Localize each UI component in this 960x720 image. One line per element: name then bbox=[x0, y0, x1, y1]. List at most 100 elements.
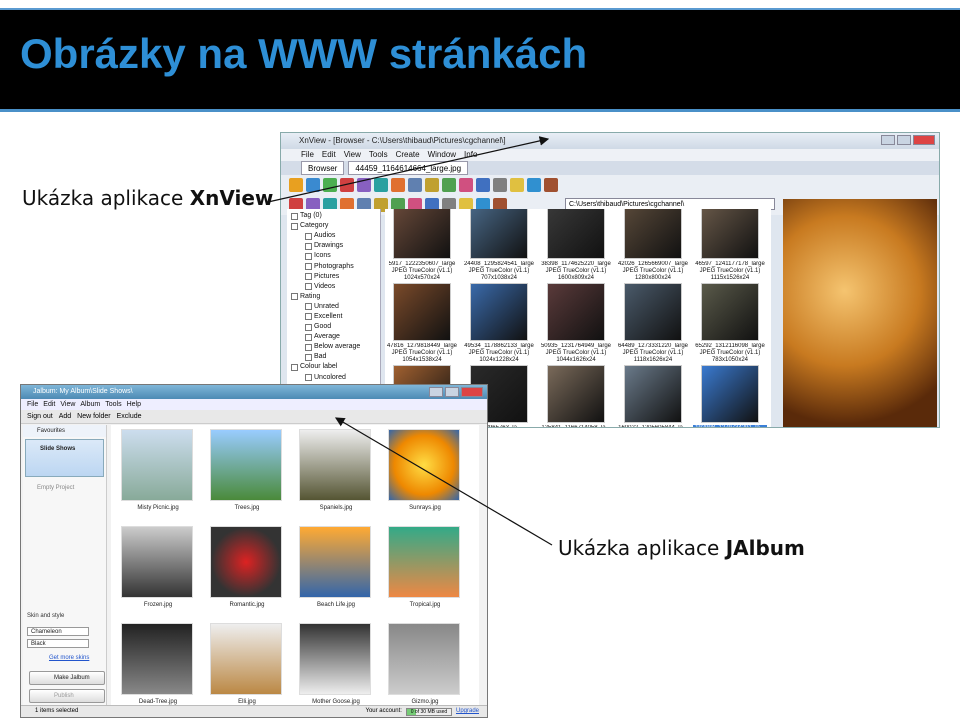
checkbox[interactable] bbox=[305, 343, 312, 351]
favourites-item[interactable]: Favourites bbox=[23, 425, 106, 437]
album-thumbnail[interactable]: Beach Life.jpg bbox=[295, 524, 377, 620]
menu-info[interactable]: Info bbox=[464, 149, 477, 161]
style-select[interactable]: Black bbox=[27, 639, 89, 648]
album-thumbnail[interactable]: Romantic.jpg bbox=[206, 524, 288, 620]
menu-file[interactable]: File bbox=[301, 149, 314, 161]
checkbox[interactable] bbox=[291, 293, 298, 301]
checkbox[interactable] bbox=[305, 263, 312, 271]
tree-item[interactable]: Icons bbox=[291, 251, 380, 261]
checkbox[interactable] bbox=[305, 273, 312, 281]
toolbar-icon[interactable] bbox=[527, 178, 541, 192]
more-skins-link[interactable]: Get more skins bbox=[49, 655, 89, 661]
album-thumbnail[interactable]: Elli.jpg bbox=[206, 621, 288, 705]
toolbar-icon[interactable] bbox=[425, 178, 439, 192]
tree-item[interactable]: Bad bbox=[291, 352, 380, 362]
menu-tools[interactable]: Tools bbox=[105, 399, 121, 410]
menu-view[interactable]: View bbox=[60, 399, 75, 410]
album-thumbnail[interactable]: Frozen.jpg bbox=[117, 524, 199, 620]
tree-item[interactable]: Good bbox=[291, 322, 380, 332]
menu-edit[interactable]: Edit bbox=[43, 399, 55, 410]
minimize-button[interactable] bbox=[429, 387, 443, 397]
menu-help[interactable]: Help bbox=[127, 399, 141, 410]
thumbnail[interactable]: 65292_1312116098_large JPEG TrueColor (v1… bbox=[693, 283, 767, 363]
checkbox[interactable] bbox=[291, 212, 298, 220]
menu-album[interactable]: Album bbox=[80, 399, 100, 410]
skin-select[interactable]: Chameleon bbox=[27, 627, 89, 636]
checkbox[interactable] bbox=[305, 232, 312, 240]
toolbar-icon[interactable] bbox=[323, 178, 337, 192]
album-thumbnail[interactable]: Mother Goose.jpg bbox=[295, 621, 377, 705]
thumbnail[interactable]: 24408_1295824541_large JPEG TrueColor (v1… bbox=[462, 209, 536, 281]
tree-item[interactable]: Below average bbox=[291, 342, 380, 352]
thumbnail[interactable]: 64489_1273331220_large JPEG TrueColor (v1… bbox=[616, 283, 690, 363]
tree-item[interactable]: Audios bbox=[291, 231, 380, 241]
tab-1[interactable]: 44459_1164614664_large.jpg bbox=[348, 161, 469, 175]
checkbox[interactable] bbox=[305, 303, 312, 311]
thumbnail[interactable]: 47816_1279818449_large JPEG TrueColor (v1… bbox=[385, 283, 459, 363]
menu-view[interactable]: View bbox=[344, 149, 361, 161]
thumbnail[interactable]: 38398_1174625220_large JPEG TrueColor (v1… bbox=[539, 209, 613, 281]
toolbar-sign-out[interactable]: Sign out bbox=[27, 410, 53, 424]
empty-project[interactable]: Empty Project bbox=[23, 479, 106, 491]
album-thumbnail[interactable]: Spaniels.jpg bbox=[295, 427, 377, 523]
album-thumbnail[interactable]: Gizmo.jpg bbox=[384, 621, 466, 705]
toolbar-icon[interactable] bbox=[340, 178, 354, 192]
thumbnail[interactable]: 5917_1222350607_large JPEG TrueColor (v1.… bbox=[385, 209, 459, 281]
tab-0[interactable]: Browser bbox=[301, 161, 345, 175]
menu-window[interactable]: Window bbox=[428, 149, 456, 161]
toolbar-icon[interactable] bbox=[374, 178, 388, 192]
minimize-button[interactable] bbox=[881, 135, 895, 145]
thumbnail[interactable]: 192998_1279734291_la...JPEG TrueColor (v… bbox=[693, 365, 767, 427]
tree-item[interactable]: Category bbox=[291, 221, 380, 231]
menu-create[interactable]: Create bbox=[396, 149, 420, 161]
tree-item[interactable]: Pictures bbox=[291, 272, 380, 282]
toolbar-icon[interactable] bbox=[510, 178, 524, 192]
toolbar-icon[interactable] bbox=[442, 178, 456, 192]
tree-item[interactable]: Colour label bbox=[291, 362, 380, 372]
menu-file[interactable]: File bbox=[27, 399, 38, 410]
tree-item[interactable]: Tag (0) bbox=[291, 211, 380, 221]
album-thumbnail[interactable]: Tropical.jpg bbox=[384, 524, 466, 620]
toolbar-icon[interactable] bbox=[476, 178, 490, 192]
album-thumbnail[interactable]: Trees.jpg bbox=[206, 427, 288, 523]
thumbnail[interactable]: 49534_1178862133_large JPEG TrueColor (v1… bbox=[462, 283, 536, 363]
tree-item[interactable]: Unrated bbox=[291, 302, 380, 312]
album-thumbnail[interactable]: Dead-Tree.jpg bbox=[117, 621, 199, 705]
toolbar-add[interactable]: Add bbox=[59, 410, 71, 424]
toolbar-icon[interactable] bbox=[289, 178, 303, 192]
toolbar-icon[interactable] bbox=[357, 178, 371, 192]
tree-item[interactable]: Uncolored bbox=[291, 373, 380, 383]
tree-item[interactable]: Photographs bbox=[291, 261, 380, 271]
thumbnail[interactable]: 42026_1265669007_large JPEG TrueColor (v1… bbox=[616, 209, 690, 281]
menu-tools[interactable]: Tools bbox=[369, 149, 388, 161]
checkbox[interactable] bbox=[305, 313, 312, 321]
toolbar-icon[interactable] bbox=[306, 178, 320, 192]
slide-shows-item[interactable]: Slide Shows bbox=[25, 439, 104, 477]
album-thumbnail[interactable]: Sunrays.jpg bbox=[384, 427, 466, 523]
tree-item[interactable]: Excellent bbox=[291, 312, 380, 322]
checkbox[interactable] bbox=[291, 363, 298, 371]
make-album-button[interactable]: Make Jalbum bbox=[29, 671, 105, 685]
toolbar-icon[interactable] bbox=[459, 178, 473, 192]
checkbox[interactable] bbox=[305, 252, 312, 260]
toolbar-new-folder[interactable]: New folder bbox=[77, 410, 110, 424]
thumbnail[interactable]: 50935_1231764949_large JPEG TrueColor (v1… bbox=[539, 283, 613, 363]
tree-item[interactable]: Rating bbox=[291, 292, 380, 302]
tree-item[interactable]: Drawings bbox=[291, 241, 380, 251]
checkbox[interactable] bbox=[305, 374, 312, 382]
toolbar-icon[interactable] bbox=[493, 178, 507, 192]
toolbar-icon[interactable] bbox=[544, 178, 558, 192]
upgrade-link[interactable]: Upgrade bbox=[456, 706, 479, 717]
thumbnail[interactable]: 46597_1241177178_large JPEG TrueColor (v1… bbox=[693, 209, 767, 281]
thumbnail[interactable]: 160022_1205605844_la...JPEG TrueColor (v… bbox=[616, 365, 690, 427]
publish-button[interactable]: Publish bbox=[29, 689, 105, 703]
close-button[interactable] bbox=[461, 387, 483, 397]
menu-edit[interactable]: Edit bbox=[322, 149, 336, 161]
tree-item[interactable]: Videos bbox=[291, 282, 380, 292]
checkbox[interactable] bbox=[305, 323, 312, 331]
thumbnail[interactable]: 125841_1166714058_la...JPEG TrueColor (v… bbox=[539, 365, 613, 427]
checkbox[interactable] bbox=[305, 283, 312, 291]
album-thumbnail[interactable]: Misty Picnic.jpg bbox=[117, 427, 199, 523]
checkbox[interactable] bbox=[305, 333, 312, 341]
checkbox[interactable] bbox=[291, 222, 298, 230]
